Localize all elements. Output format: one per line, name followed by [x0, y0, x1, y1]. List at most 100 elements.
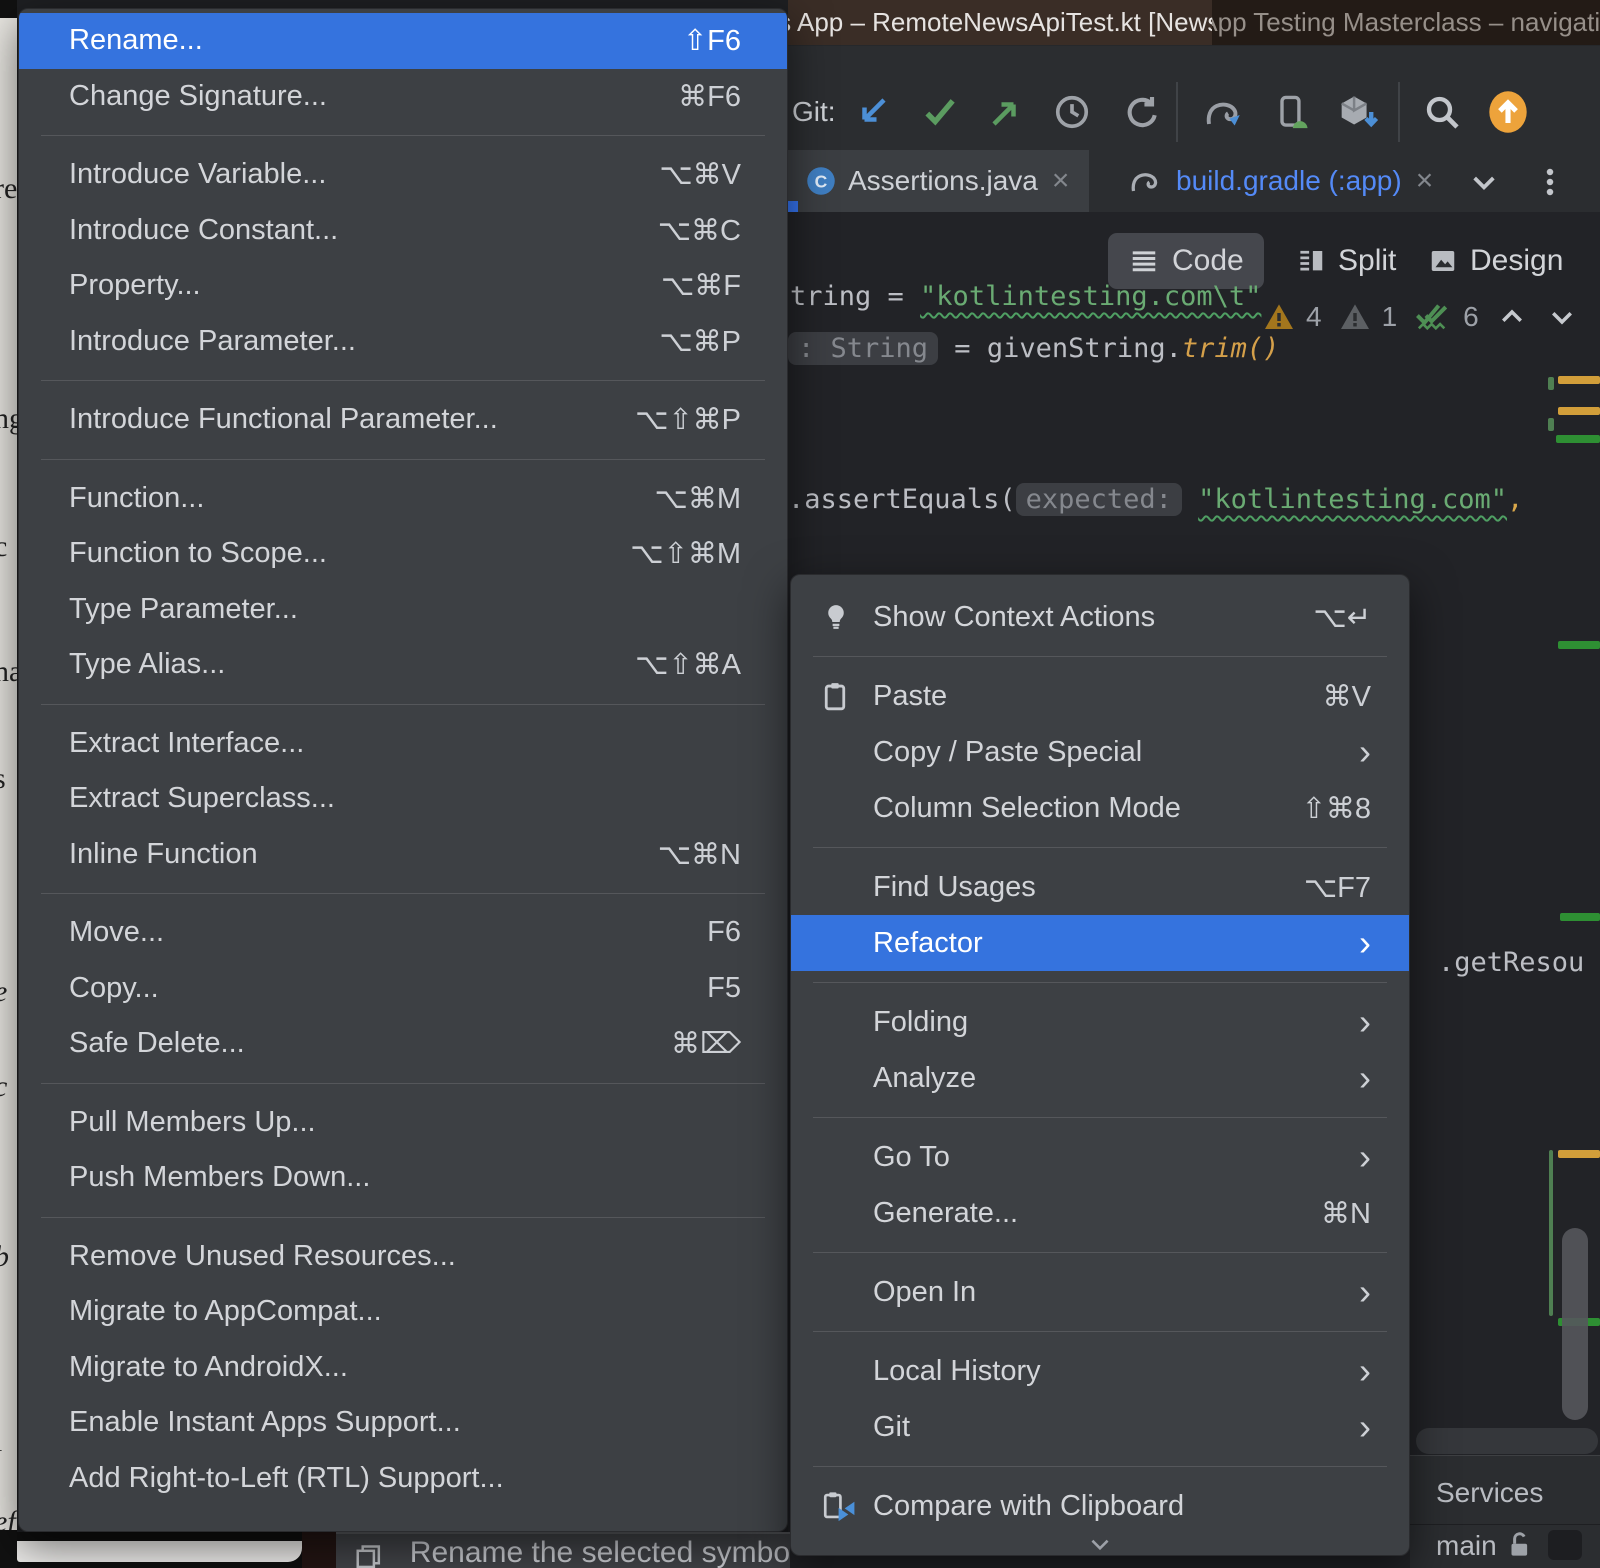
doc-text-fragment: b [0, 1240, 9, 1274]
menu-item-generate[interactable]: Generate...⌘N [791, 1185, 1409, 1241]
tab-assertions-java[interactable]: C Assertions.java × [788, 150, 1089, 212]
search-everywhere-button[interactable] [1420, 90, 1464, 134]
git-push-button[interactable] [984, 90, 1028, 134]
menu-item-type-alias[interactable]: Type Alias...⌥⇧⌘A [19, 637, 787, 693]
menu-item-rename[interactable]: Rename...⇧F6 [19, 13, 787, 69]
tab-list-dropdown[interactable] [1462, 160, 1506, 204]
change-marker [1548, 377, 1554, 390]
menu-separator [41, 1083, 765, 1084]
device-manager-button[interactable] [1270, 90, 1314, 134]
menu-item-label: Safe Delete... [69, 1027, 245, 1060]
menu-item-folding[interactable]: Folding› [791, 994, 1409, 1050]
mode-split-button[interactable]: Split [1276, 233, 1416, 289]
rollback-button[interactable] [1118, 90, 1162, 134]
menu-item-migrate-to-appcompat[interactable]: Migrate to AppCompat... [19, 1284, 787, 1340]
splitter-marker [787, 201, 798, 212]
menu-item-extract-interface[interactable]: Extract Interface... [19, 716, 787, 772]
menu-item-refactor[interactable]: Refactor› [791, 915, 1409, 971]
mode-design-button[interactable]: Design [1408, 233, 1583, 289]
menu-item-shortcut: ⌘F6 [678, 79, 741, 114]
menu-item-property[interactable]: Property...⌥⌘F [19, 258, 787, 314]
menu-item-label: Pull Members Up... [69, 1106, 316, 1139]
menu-item-add-right-to-left-rtl-support[interactable]: Add Right-to-Left (RTL) Support... [19, 1451, 787, 1507]
menu-item-shortcut: ⌥⌘F [661, 268, 741, 303]
titlebar-inactive-window[interactable]: News App Testing Masterclass – navigatio… [1212, 0, 1600, 45]
history-button[interactable] [1050, 90, 1094, 134]
menu-item-shortcut: ⌥⌘V [659, 157, 741, 192]
background-document: re ng c na s e c b i ef [0, 0, 17, 1568]
git-update-project-button[interactable] [850, 90, 894, 134]
menu-item-git[interactable]: Git› [791, 1399, 1409, 1455]
menu-item-local-history[interactable]: Local History› [791, 1343, 1409, 1399]
warning-stripe[interactable] [1558, 407, 1600, 415]
menu-item-extract-superclass[interactable]: Extract Superclass... [19, 771, 787, 827]
menu-item-function[interactable]: Function...⌥⌘M [19, 471, 787, 527]
menu-item-paste[interactable]: Paste⌘V [791, 668, 1409, 724]
scroll-more-icon[interactable] [1087, 1537, 1113, 1553]
tool-window-services[interactable]: Services [1436, 1477, 1543, 1509]
menu-item-remove-unused-resources[interactable]: Remove Unused Resources... [19, 1229, 787, 1285]
menu-separator [41, 893, 765, 894]
menu-item-show-context-actions[interactable]: Show Context Actions ⌥↵ [791, 589, 1409, 645]
menu-item-label: Introduce Variable... [69, 158, 326, 191]
tab-build-gradle[interactable]: build.gradle (:app) × [1110, 150, 1453, 212]
code-line-3[interactable]: .assertEquals(expected: "kotlintesting.c… [788, 484, 1523, 515]
close-icon[interactable]: × [1050, 166, 1072, 196]
menu-item-introduce-parameter[interactable]: Introduce Parameter...⌥⌘P [19, 314, 787, 370]
menu-item-find-usages[interactable]: Find Usages⌥F7 [791, 859, 1409, 915]
clipboard-icon [821, 680, 849, 712]
git-branch[interactable]: main [1436, 1530, 1497, 1562]
menu-item-inline-function[interactable]: Inline Function⌥⌘N [19, 827, 787, 883]
tab-options-menu[interactable] [1528, 160, 1572, 204]
titlebar-active-window[interactable]: News App – RemoteNewsApiTest.kt [News_A.… [788, 0, 1212, 45]
ide-update-button[interactable] [1486, 90, 1530, 134]
menu-item-shortcut: ⌥↵ [1313, 600, 1371, 635]
code-line-1[interactable]: tring = "kotlintesting.com\t" [790, 281, 1261, 312]
menu-item-function-to-scope[interactable]: Function to Scope...⌥⇧⌘M [19, 526, 787, 582]
vertical-scrollbar[interactable] [1562, 1228, 1588, 1420]
menu-item-type-parameter[interactable]: Type Parameter... [19, 582, 787, 638]
submenu-arrow-icon: › [1359, 925, 1371, 961]
menu-item-introduce-variable[interactable]: Introduce Variable... ⌥⌘V [19, 147, 787, 203]
menu-item-push-members-down[interactable]: Push Members Down... [19, 1150, 787, 1206]
menu-item-copy-paste-special[interactable]: Copy / Paste Special› [791, 724, 1409, 780]
menu-item-enable-instant-apps-support[interactable]: Enable Instant Apps Support... [19, 1395, 787, 1451]
menu-item-compare-with-clipboard[interactable]: Compare with Clipboard [791, 1478, 1409, 1534]
background-dark-edge [0, 0, 17, 18]
toolbar-separator [1398, 82, 1400, 142]
menu-item-analyze[interactable]: Analyze› [791, 1050, 1409, 1106]
close-icon[interactable]: × [1414, 166, 1436, 196]
menu-item-introduce-functional-parameter[interactable]: Introduce Functional Parameter...⌥⇧⌘P [19, 392, 787, 448]
parameter-hint: expected: [1016, 483, 1182, 516]
lock-button[interactable] [1504, 1529, 1534, 1561]
menu-item-go-to[interactable]: Go To› [791, 1129, 1409, 1185]
menu-item-label: Introduce Constant... [69, 214, 338, 247]
menu-item-label: Show Context Actions [873, 601, 1155, 634]
menu-item-label: Change Signature... [69, 80, 327, 113]
chevron-down-icon[interactable] [1545, 302, 1579, 332]
clipboard-compare-icon [821, 1490, 873, 1522]
horizontal-scrollbar[interactable] [1416, 1428, 1598, 1454]
menu-item-copy[interactable]: Copy...F5 [19, 961, 787, 1017]
menu-item-column-selection-mode[interactable]: Column Selection Mode⇧⌘8 [791, 780, 1409, 836]
code-line-2[interactable]: : String = givenString.trim() [788, 333, 1279, 364]
status-icon-button[interactable] [1548, 1530, 1582, 1560]
warning-stripe[interactable] [1558, 1150, 1600, 1158]
inspection-widget[interactable]: 4 1 6 [1262, 300, 1579, 334]
warning-stripe[interactable] [1558, 376, 1600, 384]
sdk-download-button[interactable] [1336, 90, 1380, 134]
menu-item-open-in[interactable]: Open In› [791, 1264, 1409, 1320]
menu-item-introduce-constant[interactable]: Introduce Constant...⌥⌘C [19, 203, 787, 259]
menu-item-pull-members-up[interactable]: Pull Members Up... [19, 1095, 787, 1151]
menu-item-change-signature[interactable]: Change Signature... ⌘F6 [19, 69, 787, 125]
gradle-sync-button[interactable] [1202, 90, 1246, 134]
menu-item-migrate-to-androidx[interactable]: Migrate to AndroidX... [19, 1340, 787, 1396]
menu-item-move[interactable]: Move...F6 [19, 905, 787, 961]
code-fragment[interactable]: .getResou [1438, 947, 1584, 978]
git-commit-button[interactable] [918, 90, 962, 134]
menu-separator [41, 135, 765, 136]
menu-item-safe-delete[interactable]: Safe Delete... ⌘⌦ [19, 1016, 787, 1072]
chevron-up-icon[interactable] [1495, 302, 1529, 332]
submenu-arrow-icon: › [1359, 1274, 1371, 1310]
menu-item-shortcut: ⌘⌦ [671, 1026, 741, 1061]
